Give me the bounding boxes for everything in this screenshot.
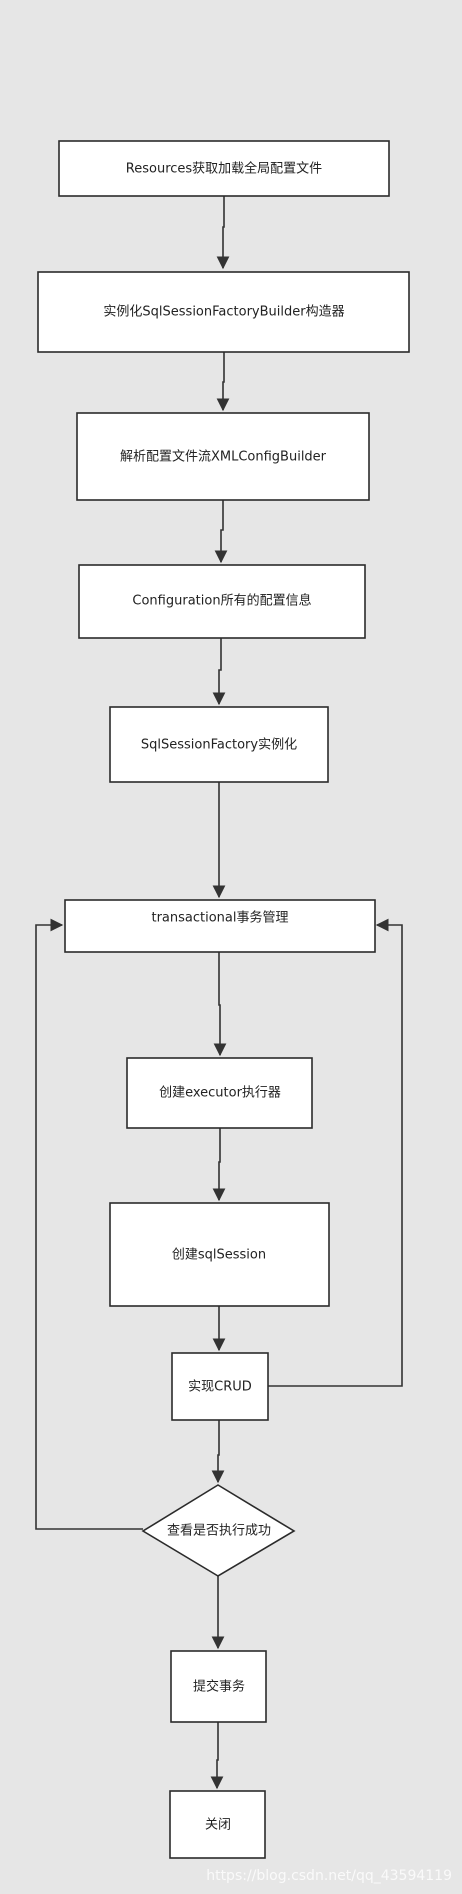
node-transaction-label: transactional事务管理 [151, 910, 288, 926]
node-xmlconfig-label: 解析配置文件流XMLConfigBuilder [120, 450, 327, 465]
edge-n9-n6-loop [268, 918, 403, 1387]
node-configuration-label: Configuration所有的配置信息 [132, 593, 311, 609]
node-builder-label: 实例化SqlSessionFactoryBuilder构造器 [103, 305, 344, 320]
node-builder: 实例化SqlSessionFactoryBuilder构造器 [37, 271, 410, 353]
node-check-success: 查看是否执行成功 [141, 1484, 296, 1577]
edge-n2-n3 [216, 352, 230, 412]
node-factory-label: SqlSessionFactory实例化 [141, 738, 297, 753]
edge-n6-n7 [213, 952, 227, 1057]
flowchart: Resources获取加载全局配置文件 实例化SqlSessionFactory… [35, 140, 452, 1884]
node-resources-label: Resources获取加载全局配置文件 [126, 161, 322, 177]
node-executor-label: 创建executor执行器 [159, 1086, 281, 1101]
node-transaction-box [64, 899, 376, 953]
node-transaction: transactional事务管理 [64, 899, 376, 953]
node-close: 关闭 [169, 1790, 266, 1859]
edge-n4-n5 [212, 638, 226, 706]
node-check-success-label: 查看是否执行成功 [167, 1523, 271, 1539]
edge-n3-n4 [214, 500, 228, 564]
node-sqlsession: 创建sqlSession [109, 1202, 330, 1307]
edge-n1-n2 [216, 196, 230, 270]
node-sqlsession-label: 创建sqlSession [172, 1248, 266, 1263]
node-xmlconfig: 解析配置文件流XMLConfigBuilder [76, 412, 370, 501]
watermark: https://blog.csdn.net/qq_43594119 [206, 1868, 452, 1884]
edge-n11-n12 [210, 1722, 224, 1790]
node-factory: SqlSessionFactory实例化 [109, 706, 329, 783]
node-configuration: Configuration所有的配置信息 [78, 564, 366, 639]
node-close-label: 关闭 [205, 1818, 231, 1833]
node-crud: 实现CRUD [171, 1352, 269, 1421]
edge-n9-n10 [211, 1420, 225, 1484]
node-commit-label: 提交事务 [193, 1679, 245, 1695]
node-resources: Resources获取加载全局配置文件 [58, 140, 390, 197]
node-commit: 提交事务 [170, 1650, 267, 1723]
node-crud-label: 实现CRUD [188, 1380, 252, 1395]
node-executor: 创建executor执行器 [126, 1057, 313, 1129]
edge-n7-n8 [212, 1128, 226, 1202]
